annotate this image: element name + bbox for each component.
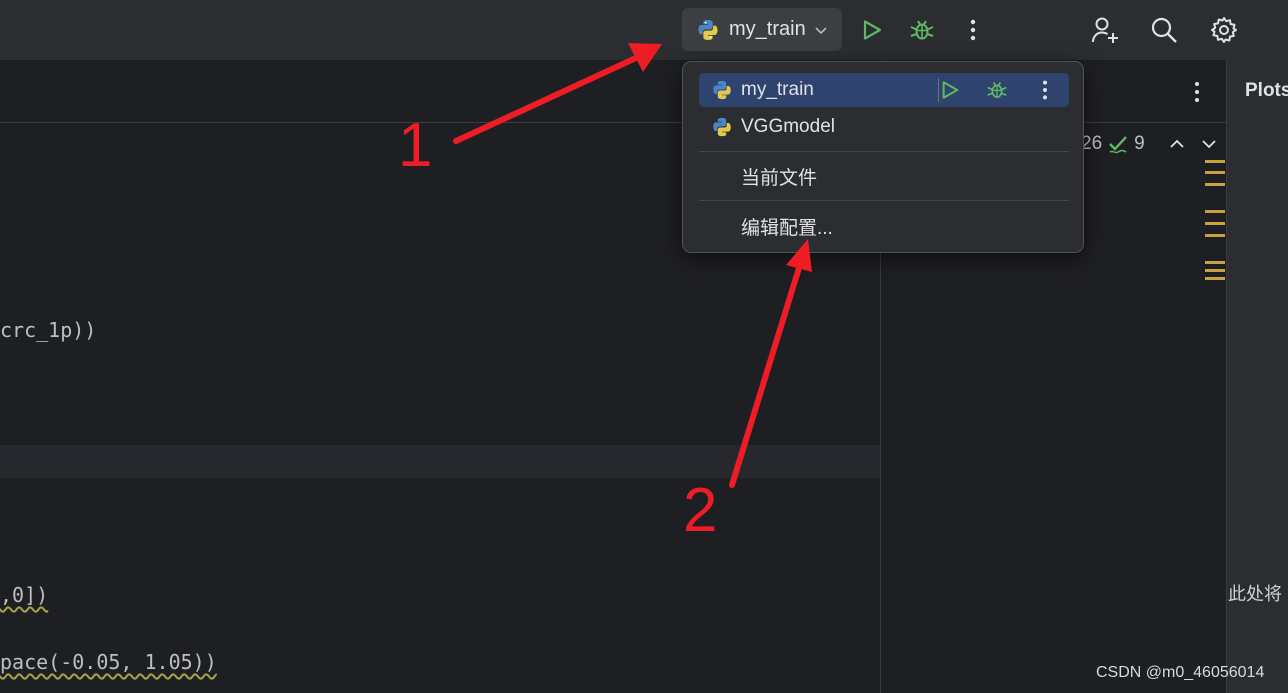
edit-configurations-item[interactable]: 编辑配置... xyxy=(699,209,1069,243)
popup-more-button[interactable] xyxy=(1031,76,1059,104)
error-stripe-mark[interactable] xyxy=(1205,261,1225,264)
error-stripe-mark[interactable] xyxy=(1205,269,1225,272)
error-stripe-mark[interactable] xyxy=(1205,277,1225,280)
chevron-down-icon[interactable] xyxy=(1201,138,1217,150)
code-line: crc_1p)) xyxy=(0,318,97,342)
edit-configurations-label: 编辑配置... xyxy=(741,217,833,239)
run-config-popup: my_train VGGmodel 当前文件 编辑配置... xyxy=(682,61,1084,253)
watermark: CSDN @m0_46056014 xyxy=(1096,664,1265,681)
error-stripe-mark[interactable] xyxy=(1205,171,1225,174)
settings-button[interactable] xyxy=(1204,10,1244,50)
current-file-item[interactable]: 当前文件 xyxy=(699,159,1069,193)
run-config-item-my-train[interactable]: my_train xyxy=(699,73,1069,107)
error-stripe-mark[interactable] xyxy=(1205,234,1225,237)
error-stripe-mark[interactable] xyxy=(1205,183,1225,186)
python-icon xyxy=(713,117,731,137)
popup-run-button[interactable] xyxy=(936,76,964,104)
divider xyxy=(699,200,1069,201)
check-icon xyxy=(1109,136,1128,154)
run-icon xyxy=(942,81,959,99)
plots-empty-hint: 此处将 xyxy=(1228,584,1282,604)
python-icon xyxy=(713,80,731,100)
inspection-widget[interactable]: 26 9 xyxy=(1081,132,1217,156)
popup-debug-button[interactable] xyxy=(983,76,1011,104)
error-stripe-mark[interactable] xyxy=(1205,160,1225,163)
current-file-label: 当前文件 xyxy=(741,167,818,189)
search-icon xyxy=(1151,17,1177,43)
search-button[interactable] xyxy=(1144,10,1184,50)
more-vertical-icon xyxy=(1042,80,1048,100)
more-actions-button[interactable] xyxy=(953,10,993,50)
warning-count: 26 xyxy=(1081,133,1103,154)
more-vertical-icon xyxy=(970,19,976,41)
divider xyxy=(699,151,1069,152)
error-stripe-mark[interactable] xyxy=(1205,210,1225,213)
debug-icon xyxy=(910,20,934,40)
run-icon xyxy=(863,20,882,40)
ide-window: my_train crc_1p)) ,0]) pace(-0.05, 1.05)… xyxy=(0,0,1288,693)
side-panel-options-button[interactable] xyxy=(1187,80,1207,104)
main-toolbar: my_train xyxy=(0,0,1288,60)
run-config-item-vggmodel[interactable]: VGGmodel xyxy=(699,110,1069,144)
run-config-label: my_train xyxy=(729,18,806,40)
chevron-down-icon xyxy=(815,26,827,34)
gear-icon xyxy=(1211,17,1237,43)
run-button[interactable] xyxy=(852,10,892,50)
python-icon xyxy=(698,19,718,40)
plots-title[interactable]: Plots xyxy=(1245,80,1288,102)
error-stripe-mark[interactable] xyxy=(1205,222,1225,225)
code-line: ,0]) xyxy=(0,583,49,607)
plots-tool-window: Plots 此处将 xyxy=(1226,60,1288,693)
debug-icon xyxy=(987,81,1007,99)
more-vertical-icon xyxy=(1195,82,1199,102)
code-line: pace(-0.05, 1.05)) xyxy=(0,650,217,674)
debug-button[interactable] xyxy=(902,10,942,50)
code-with-me-button[interactable] xyxy=(1085,10,1125,50)
ok-count: 9 xyxy=(1134,133,1145,154)
run-config-item-label: my_train xyxy=(741,79,814,100)
add-user-icon xyxy=(1092,17,1118,43)
run-config-selector[interactable]: my_train xyxy=(682,8,842,51)
chevron-up-icon[interactable] xyxy=(1169,138,1185,150)
run-config-item-label: VGGmodel xyxy=(741,116,835,137)
